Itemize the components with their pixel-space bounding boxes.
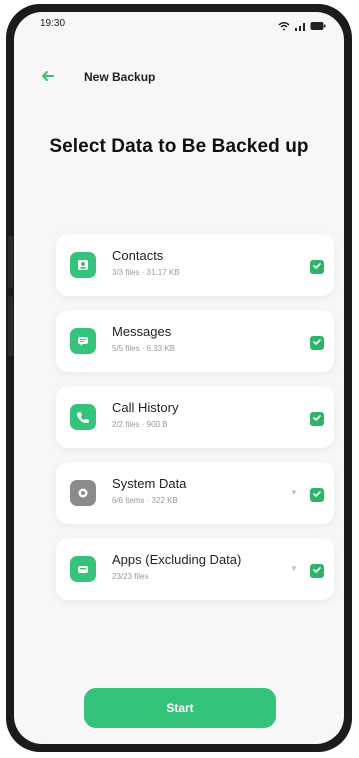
side-button <box>8 236 13 288</box>
backup-item-call-history[interactable]: Call History 2/2 files · 900 B <box>56 386 334 448</box>
chevron-down-icon[interactable]: ▼ <box>290 564 298 573</box>
backup-item-apps[interactable]: Apps (Excluding Data) 23/23 files ▼ <box>56 538 334 600</box>
check-icon <box>312 410 322 428</box>
item-checkbox[interactable] <box>310 488 324 502</box>
backup-item-messages[interactable]: Messages 5/5 files · 6.33 KB <box>56 310 334 372</box>
item-meta: 23/23 files <box>112 572 149 581</box>
back-arrow-icon <box>39 67 57 90</box>
item-meta: 3/3 files · 31.17 KB <box>112 268 180 277</box>
backup-item-contacts[interactable]: Contacts 3/3 files · 31.17 KB <box>56 234 334 296</box>
apps-icon <box>70 556 96 582</box>
back-button[interactable] <box>38 68 58 88</box>
start-button[interactable]: Start <box>84 688 276 728</box>
app-bar: New Backup <box>14 66 344 90</box>
item-checkbox[interactable] <box>310 260 324 274</box>
chevron-down-icon[interactable]: ▼ <box>290 488 298 497</box>
item-name: Contacts <box>112 248 164 263</box>
signal-icon <box>294 18 306 36</box>
backup-item-system-data[interactable]: System Data 6/6 items · 322 KB ▼ <box>56 462 334 524</box>
item-name: Apps (Excluding Data) <box>112 552 242 567</box>
item-meta: 6/6 items · 322 KB <box>112 496 178 505</box>
item-checkbox[interactable] <box>310 564 324 578</box>
item-name: System Data <box>112 476 187 491</box>
app-title: New Backup <box>84 70 156 84</box>
message-icon <box>70 328 96 354</box>
status-time: 19:30 <box>40 18 66 29</box>
status-icons <box>278 18 326 36</box>
battery-icon <box>310 18 326 36</box>
wifi-icon <box>278 18 290 36</box>
check-icon <box>312 486 322 504</box>
settings-icon <box>70 480 96 506</box>
item-checkbox[interactable] <box>310 412 324 426</box>
page-title: Select Data to Be Backed up <box>49 136 309 157</box>
phone-frame: 19:30 New Backup Select Data to Be Backe… <box>6 4 352 752</box>
check-icon <box>312 562 322 580</box>
contact-icon <box>70 252 96 278</box>
phone-icon <box>70 404 96 430</box>
check-icon <box>312 258 322 276</box>
status-bar: 19:30 <box>14 12 344 38</box>
side-button <box>8 296 13 356</box>
item-meta: 5/5 files · 6.33 KB <box>112 344 176 353</box>
item-name: Call History <box>112 400 179 415</box>
item-checkbox[interactable] <box>310 336 324 350</box>
item-meta: 2/2 files · 900 B <box>112 420 168 429</box>
check-icon <box>312 334 322 352</box>
item-name: Messages <box>112 324 172 339</box>
screen: 19:30 New Backup Select Data to Be Backe… <box>14 12 344 744</box>
